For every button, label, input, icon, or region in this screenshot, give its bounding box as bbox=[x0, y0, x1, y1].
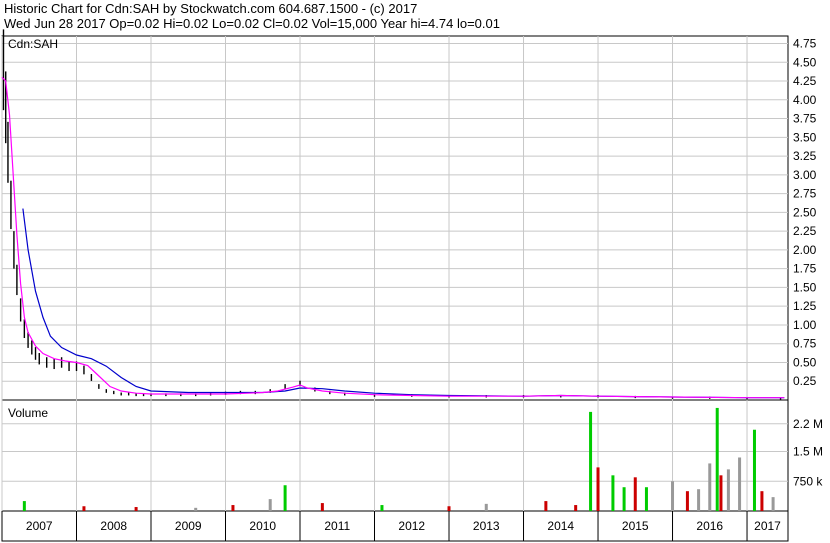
volume-y-tick-label: 2.2 M bbox=[793, 417, 823, 431]
volume-bar bbox=[760, 491, 764, 511]
price-y-tick-label: 0.50 bbox=[793, 355, 817, 369]
stock-chart: 4.75 4.50 4.25 4.00 3.75 3.50 3.25 3.00 2.75 2.50… bbox=[1, 29, 823, 542]
price-y-tick-label: 3.50 bbox=[793, 130, 817, 144]
price-y-tick-label: 1.75 bbox=[793, 262, 817, 276]
price-y-tick-label: 0.75 bbox=[793, 337, 817, 351]
price-panel-frame bbox=[1, 35, 789, 401]
volume-bar bbox=[231, 505, 235, 511]
volume-panel-frame bbox=[1, 399, 789, 512]
price-y-tick-label: 1.50 bbox=[793, 280, 817, 294]
volume-bar bbox=[644, 487, 648, 511]
price-y-ticks: 4.75 4.50 4.25 4.00 3.75 3.50 3.25 3.00 2.75 2.50… bbox=[793, 37, 817, 389]
volume-bar bbox=[134, 507, 138, 511]
volume-bar bbox=[611, 475, 615, 511]
moving-average-short-line bbox=[1, 76, 785, 399]
price-gridlines bbox=[1, 36, 788, 541]
price-y-tick-label: 1.25 bbox=[793, 299, 817, 313]
volume-bar bbox=[633, 477, 637, 511]
volume-bar bbox=[380, 505, 384, 511]
volume-y-ticks: 2.2 M 1.5 M 750 k bbox=[793, 417, 823, 488]
volume-bar bbox=[708, 463, 712, 511]
year-label: 2017 bbox=[754, 519, 781, 533]
price-y-tick-label: 3.25 bbox=[793, 149, 817, 163]
volume-bar bbox=[82, 506, 86, 511]
volume-bar bbox=[268, 499, 272, 511]
volume-bar bbox=[738, 457, 742, 511]
price-y-tick-label: 2.75 bbox=[793, 187, 817, 201]
volume-bar bbox=[283, 485, 287, 511]
volume-bar bbox=[574, 505, 578, 511]
volume-bar bbox=[752, 429, 756, 511]
volume-y-tick-label: 750 k bbox=[793, 474, 823, 488]
volume-bar bbox=[771, 497, 775, 511]
price-y-tick-label: 4.75 bbox=[793, 37, 817, 51]
year-label: 2013 bbox=[473, 519, 500, 533]
price-y-tick-label: 3.75 bbox=[793, 112, 817, 126]
year-label: 2011 bbox=[324, 519, 350, 533]
volume-y-tick-label: 1.5 M bbox=[793, 445, 823, 459]
volume-bar bbox=[685, 491, 689, 511]
volume-bar bbox=[22, 501, 26, 511]
volume-bar bbox=[596, 467, 600, 511]
volume-bar bbox=[719, 475, 723, 511]
volume-bar bbox=[622, 487, 626, 511]
price-panel-title: Cdn:SAH bbox=[8, 37, 58, 51]
volume-bar bbox=[447, 506, 451, 511]
price-y-tick-label: 4.50 bbox=[793, 55, 817, 69]
year-label: 2012 bbox=[398, 519, 425, 533]
year-label: 2008 bbox=[100, 519, 127, 533]
price-y-tick-label: 4.25 bbox=[793, 74, 817, 88]
volume-bar bbox=[715, 407, 719, 511]
year-label: 2014 bbox=[547, 519, 574, 533]
moving-average-long-line bbox=[22, 208, 785, 399]
volume-panel-title: Volume bbox=[8, 406, 48, 420]
volume-bar bbox=[544, 501, 548, 511]
volume-bar bbox=[589, 411, 593, 511]
volume-bar bbox=[697, 489, 701, 511]
price-y-tick-label: 3.00 bbox=[793, 168, 817, 182]
year-label: 2015 bbox=[622, 519, 649, 533]
price-y-tick-label: 2.25 bbox=[793, 224, 817, 238]
volume-bar bbox=[484, 503, 488, 511]
volume-bar bbox=[726, 469, 730, 511]
volume-bar bbox=[671, 481, 675, 511]
price-y-tick-label: 0.25 bbox=[793, 374, 817, 388]
year-label: 2010 bbox=[249, 519, 276, 533]
volume-bar bbox=[194, 507, 198, 511]
year-label: 2007 bbox=[26, 519, 53, 533]
price-y-tick-label: 1.00 bbox=[793, 318, 817, 332]
year-axis: 2007 2008 2009 2010 2011 2012 2013 2014 2015 2016… bbox=[1, 511, 781, 541]
price-y-tick-label: 2.50 bbox=[793, 205, 817, 219]
price-y-tick-label: 4.00 bbox=[793, 93, 817, 107]
year-label: 2016 bbox=[696, 519, 723, 533]
price-y-tick-label: 2.00 bbox=[793, 243, 817, 257]
volume-bar bbox=[320, 503, 324, 511]
volume-gridlines bbox=[2, 423, 788, 482]
year-label: 2009 bbox=[175, 519, 202, 533]
